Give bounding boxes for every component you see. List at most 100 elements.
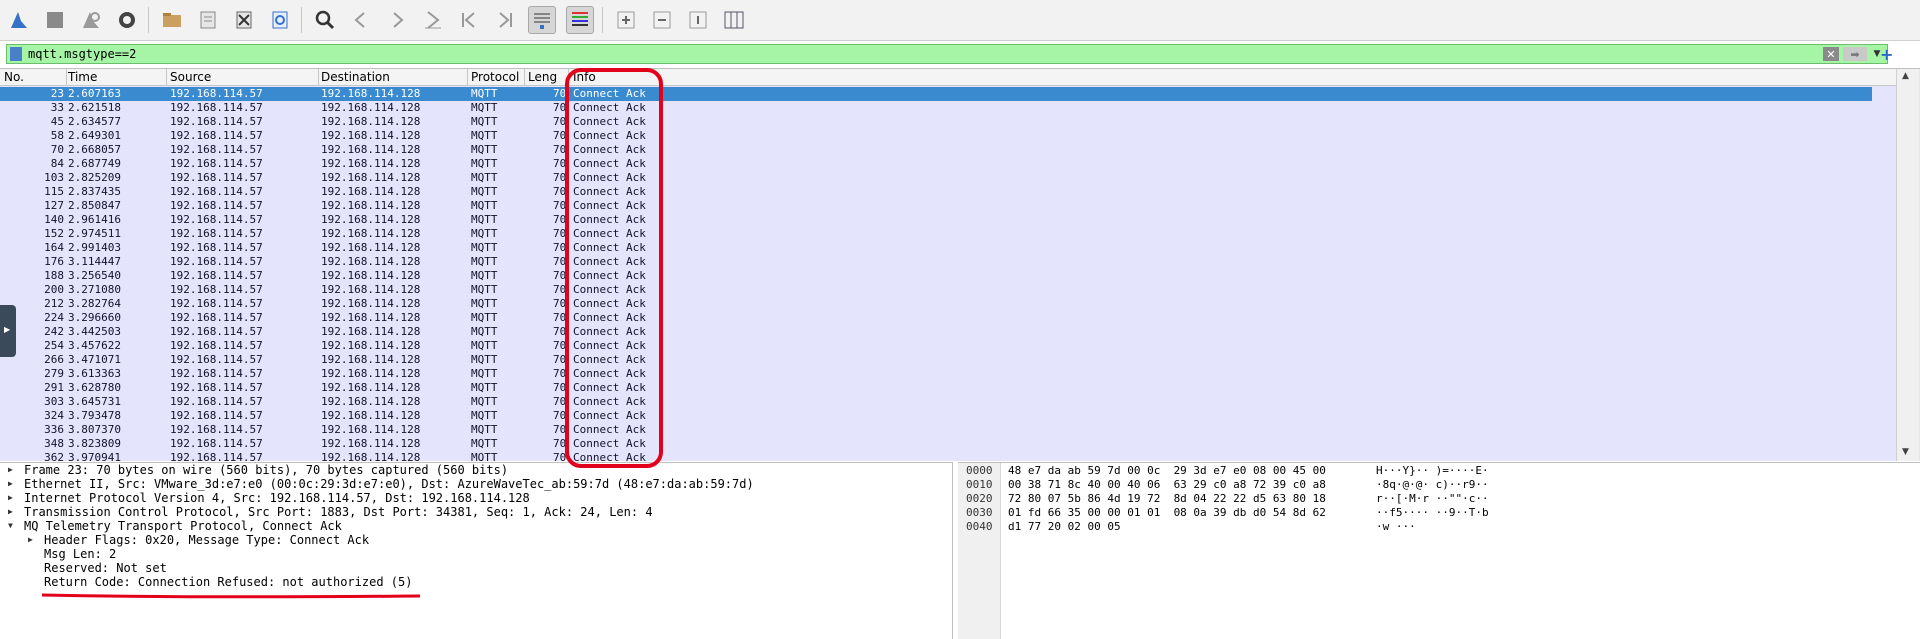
packet-time: 2.649301 [68, 129, 121, 142]
table-row[interactable]: 324 3.793478 192.168.114.57 192.168.114.128… [0, 409, 1872, 423]
packet-source: 192.168.114.57 [170, 353, 263, 366]
scroll-up-icon[interactable]: ▲ [1902, 71, 1909, 81]
expanded-arrow-icon[interactable]: ▼ [8, 519, 13, 533]
detail-tree-item[interactable]: ▼ MQ Telemetry Transport Protocol, Connec… [0, 519, 952, 533]
table-row[interactable]: 291 3.628780 192.168.114.57 192.168.114.128… [0, 381, 1872, 395]
normal-size-icon[interactable] [685, 7, 711, 33]
table-row[interactable]: 164 2.991403 192.168.114.57 192.168.114.128… [0, 241, 1872, 255]
table-row[interactable]: 152 2.974511 192.168.114.57 192.168.114.128… [0, 227, 1872, 241]
capture-options-icon[interactable] [114, 7, 140, 33]
packet-protocol: MQTT [471, 437, 498, 450]
table-row[interactable]: 212 3.282764 192.168.114.57 192.168.114.128… [0, 297, 1872, 311]
table-row[interactable]: 103 2.825209 192.168.114.57 192.168.114.128… [0, 171, 1872, 185]
detail-tree-item[interactable]: Reserved: Not set [0, 561, 952, 575]
collapsed-arrow-icon[interactable]: ▶ [8, 463, 13, 477]
table-row[interactable]: 188 3.256540 192.168.114.57 192.168.114.128… [0, 269, 1872, 283]
find-icon[interactable] [312, 7, 338, 33]
table-row[interactable]: 33 2.621518 192.168.114.57 192.168.114.128 M… [0, 101, 1872, 115]
detail-tree-item[interactable]: Return Code: Connection Refused: not aut… [0, 575, 952, 589]
collapsed-arrow-icon[interactable]: ▶ [28, 533, 33, 547]
table-row[interactable]: 176 3.114447 192.168.114.57 192.168.114.128… [0, 255, 1872, 269]
toolbar-separator [602, 7, 603, 33]
packet-time: 2.668057 [68, 143, 121, 156]
sidebar-expand-handle[interactable] [0, 305, 16, 357]
table-row[interactable]: 224 3.296660 192.168.114.57 192.168.114.128… [0, 311, 1872, 325]
reload-icon[interactable] [267, 7, 293, 33]
zoom-out-icon[interactable] [649, 7, 675, 33]
apply-filter-icon[interactable]: ➡ [1843, 47, 1867, 61]
table-row[interactable]: 348 3.823809 192.168.114.57 192.168.114.128… [0, 437, 1872, 451]
packet-length: 70 [553, 269, 567, 282]
hex-bytes: 01 fd 66 35 00 00 01 01 08 0a 39 db d0 5… [1008, 506, 1326, 519]
collapsed-arrow-icon[interactable]: ▶ [8, 477, 13, 491]
column-header-no[interactable]: No. [4, 70, 24, 84]
detail-tree-item[interactable]: Msg Len: 2 [0, 547, 952, 561]
close-file-icon[interactable] [231, 7, 257, 33]
go-forward-icon[interactable] [384, 7, 410, 33]
detail-tree-item[interactable]: ▶ Header Flags: 0x20, Message Type: Conne… [0, 533, 952, 547]
packet-list-scrollbar[interactable]: ▲ ▼ [1896, 69, 1919, 461]
table-row[interactable]: 279 3.613363 192.168.114.57 192.168.114.128… [0, 367, 1872, 381]
hex-offset: 0000 [966, 464, 993, 477]
table-row[interactable]: 200 3.271080 192.168.114.57 192.168.114.128… [0, 283, 1872, 297]
packet-info: Connect Ack [573, 409, 646, 422]
save-file-icon[interactable] [195, 7, 221, 33]
table-row[interactable]: 127 2.850847 192.168.114.57 192.168.114.128… [0, 199, 1872, 213]
table-row[interactable]: 303 3.645731 192.168.114.57 192.168.114.128… [0, 395, 1872, 409]
table-row[interactable]: 254 3.457622 192.168.114.57 192.168.114.128… [0, 339, 1872, 353]
table-row[interactable]: 70 2.668057 192.168.114.57 192.168.114.128 M… [0, 143, 1872, 157]
table-row[interactable]: 84 2.687749 192.168.114.57 192.168.114.128 M… [0, 157, 1872, 171]
packet-time: 2.961416 [68, 213, 121, 226]
column-header-time[interactable]: Time [68, 70, 97, 84]
detail-tree-item[interactable]: ▶ Frame 23: 70 bytes on wire (560 bits), … [0, 463, 952, 477]
clear-filter-icon[interactable]: ✕ [1823, 47, 1839, 61]
zoom-in-icon[interactable] [613, 7, 639, 33]
scroll-down-icon[interactable]: ▼ [1902, 447, 1909, 457]
column-header-length[interactable]: Leng [528, 70, 557, 84]
detail-tree-item[interactable]: ▶ Transmission Control Protocol, Src Port… [0, 505, 952, 519]
column-header-protocol[interactable]: Protocol [471, 70, 519, 84]
packet-protocol: MQTT [471, 409, 498, 422]
packet-time: 3.823809 [68, 437, 121, 450]
packet-info: Connect Ack [573, 381, 646, 394]
packet-number: 84 [50, 157, 64, 170]
colorize-icon[interactable] [566, 6, 594, 34]
table-row[interactable]: 266 3.471071 192.168.114.57 192.168.114.128… [0, 353, 1872, 367]
table-row[interactable]: 140 2.961416 192.168.114.57 192.168.114.128… [0, 213, 1872, 227]
packet-number: 254 [44, 339, 64, 352]
detail-tree-item[interactable]: ▶ Ethernet II, Src: VMware_3d:e7:e0 (00:0… [0, 477, 952, 491]
column-header-info[interactable]: Info [573, 70, 596, 84]
detail-tree-item[interactable]: ▶ Internet Protocol Version 4, Src: 192.1… [0, 491, 952, 505]
collapsed-arrow-icon[interactable]: ▶ [8, 491, 13, 505]
table-row[interactable]: 45 2.634577 192.168.114.57 192.168.114.128 M… [0, 115, 1872, 129]
packet-protocol: MQTT [471, 381, 498, 394]
packet-length: 70 [553, 311, 567, 324]
packet-number: 23 [50, 87, 64, 100]
packet-time: 3.970941 [68, 451, 121, 461]
display-filter-input[interactable]: mqtt.msgtype==2 [28, 47, 1823, 61]
detail-text: Header Flags: 0x20, Message Type: Connec… [44, 533, 370, 547]
packet-number: 303 [44, 395, 64, 408]
autoscroll-icon[interactable] [528, 6, 556, 34]
table-row[interactable]: 242 3.442503 192.168.114.57 192.168.114.128… [0, 325, 1872, 339]
go-back-icon[interactable] [348, 7, 374, 33]
table-row[interactable]: 58 2.649301 192.168.114.57 192.168.114.128 M… [0, 129, 1872, 143]
column-header-source[interactable]: Source [170, 70, 211, 84]
add-filter-button-icon[interactable]: + [1880, 45, 1893, 64]
restart-icon[interactable] [78, 7, 104, 33]
bookmark-icon[interactable] [10, 47, 22, 61]
table-row[interactable]: 23 2.607163 192.168.114.57 192.168.114.128 M… [0, 87, 1872, 101]
table-row[interactable]: 336 3.807370 192.168.114.57 192.168.114.128… [0, 423, 1872, 437]
table-row[interactable]: 115 2.837435 192.168.114.57 192.168.114.128… [0, 185, 1872, 199]
first-packet-icon[interactable] [456, 7, 482, 33]
stop-icon[interactable] [42, 7, 68, 33]
go-to-packet-icon[interactable] [420, 7, 446, 33]
last-packet-icon[interactable] [492, 7, 518, 33]
table-row[interactable]: 362 3.970941 192.168.114.57 192.168.114.128… [0, 451, 1872, 461]
column-header-destination[interactable]: Destination [321, 70, 390, 84]
resize-columns-icon[interactable] [721, 7, 747, 33]
collapsed-arrow-icon[interactable]: ▶ [8, 505, 13, 519]
shark-fin-icon[interactable] [6, 7, 32, 33]
open-file-icon[interactable] [159, 7, 185, 33]
packet-protocol: MQTT [471, 353, 498, 366]
